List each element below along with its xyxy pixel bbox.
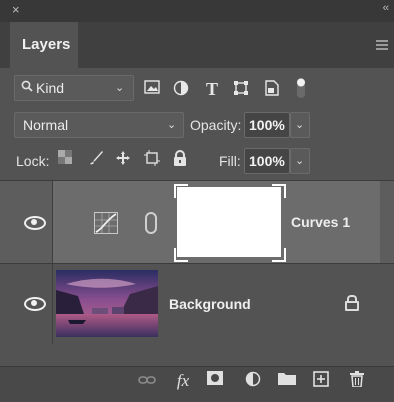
filter-toggle-icon[interactable]: [292, 77, 310, 98]
chevron-down-icon: ⌄: [295, 155, 305, 167]
chevron-down-icon: ⌄: [167, 119, 177, 131]
visibility-eye-icon[interactable]: [24, 216, 46, 230]
mask-selected-corner: [174, 184, 188, 198]
tab-layers[interactable]: Layers: [10, 22, 78, 68]
lock-image-icon[interactable]: [86, 150, 106, 168]
layer-lock-icon[interactable]: [345, 295, 359, 311]
blend-mode-select[interactable]: Normal ⌄: [14, 112, 184, 138]
tab-layers-label: Layers: [22, 36, 71, 53]
lock-all-icon[interactable]: [170, 150, 190, 168]
lock-transparent-icon[interactable]: [55, 150, 75, 168]
new-adjustment-icon[interactable]: [242, 371, 264, 391]
delete-icon[interactable]: [346, 371, 368, 391]
opacity-label: Opacity:: [190, 117, 242, 133]
opacity-value: 100%: [249, 117, 285, 133]
lock-label: Lock:: [16, 153, 50, 169]
close-icon[interactable]: ×: [12, 2, 20, 17]
visibility-eye-icon[interactable]: [24, 297, 46, 311]
fx-icon[interactable]: fx: [172, 371, 194, 391]
new-group-icon[interactable]: [276, 371, 298, 391]
filter-kind-select[interactable]: Kind ⌄: [14, 75, 134, 101]
fill-value: 100%: [249, 153, 285, 169]
curves-adjustment-icon: [94, 212, 118, 234]
filter-kind-label: Kind: [36, 80, 65, 96]
chevron-down-icon: ⌄: [115, 82, 125, 94]
divider: [52, 264, 53, 344]
fill-label: Fill:: [219, 153, 241, 169]
hamburger-icon[interactable]: [376, 40, 388, 52]
fill-dropdown[interactable]: ⌄: [290, 148, 310, 174]
layer-name[interactable]: Background: [169, 296, 251, 312]
link-layers-icon[interactable]: [136, 371, 158, 391]
layer-name[interactable]: Curves 1: [291, 214, 350, 230]
search-icon: [21, 80, 33, 95]
layers-footer-toolbar: [0, 366, 394, 402]
smart-object-filter-icon[interactable]: [263, 80, 281, 98]
fill-field[interactable]: 100%: [244, 148, 290, 174]
layer-thumbnail[interactable]: [56, 270, 158, 337]
image-filter-icon[interactable]: [143, 80, 161, 98]
blend-mode-value: Normal: [23, 117, 69, 133]
layer-mask-thumbnail[interactable]: [177, 187, 281, 257]
divider: [52, 181, 53, 263]
mask-link-icon[interactable]: [145, 212, 157, 234]
mask-selected-corner: [174, 248, 188, 262]
opacity-dropdown[interactable]: ⌄: [290, 112, 310, 138]
chevron-down-icon: ⌄: [295, 119, 305, 131]
layers-empty-area: [0, 344, 394, 366]
add-mask-icon[interactable]: [204, 371, 226, 391]
collapse-panel-icon[interactable]: ‹‹: [383, 2, 389, 14]
lock-artboard-icon[interactable]: [142, 150, 162, 168]
opacity-field[interactable]: 100%: [244, 112, 290, 138]
shape-filter-icon[interactable]: [232, 80, 250, 98]
type-filter-icon[interactable]: T: [203, 80, 221, 98]
adjustment-filter-icon[interactable]: [172, 80, 190, 98]
new-layer-icon[interactable]: [310, 371, 332, 391]
mask-selected-corner: [272, 248, 286, 262]
lock-position-icon[interactable]: [113, 150, 133, 168]
panel-titlebar: [0, 0, 394, 22]
mask-selected-corner: [272, 184, 286, 198]
